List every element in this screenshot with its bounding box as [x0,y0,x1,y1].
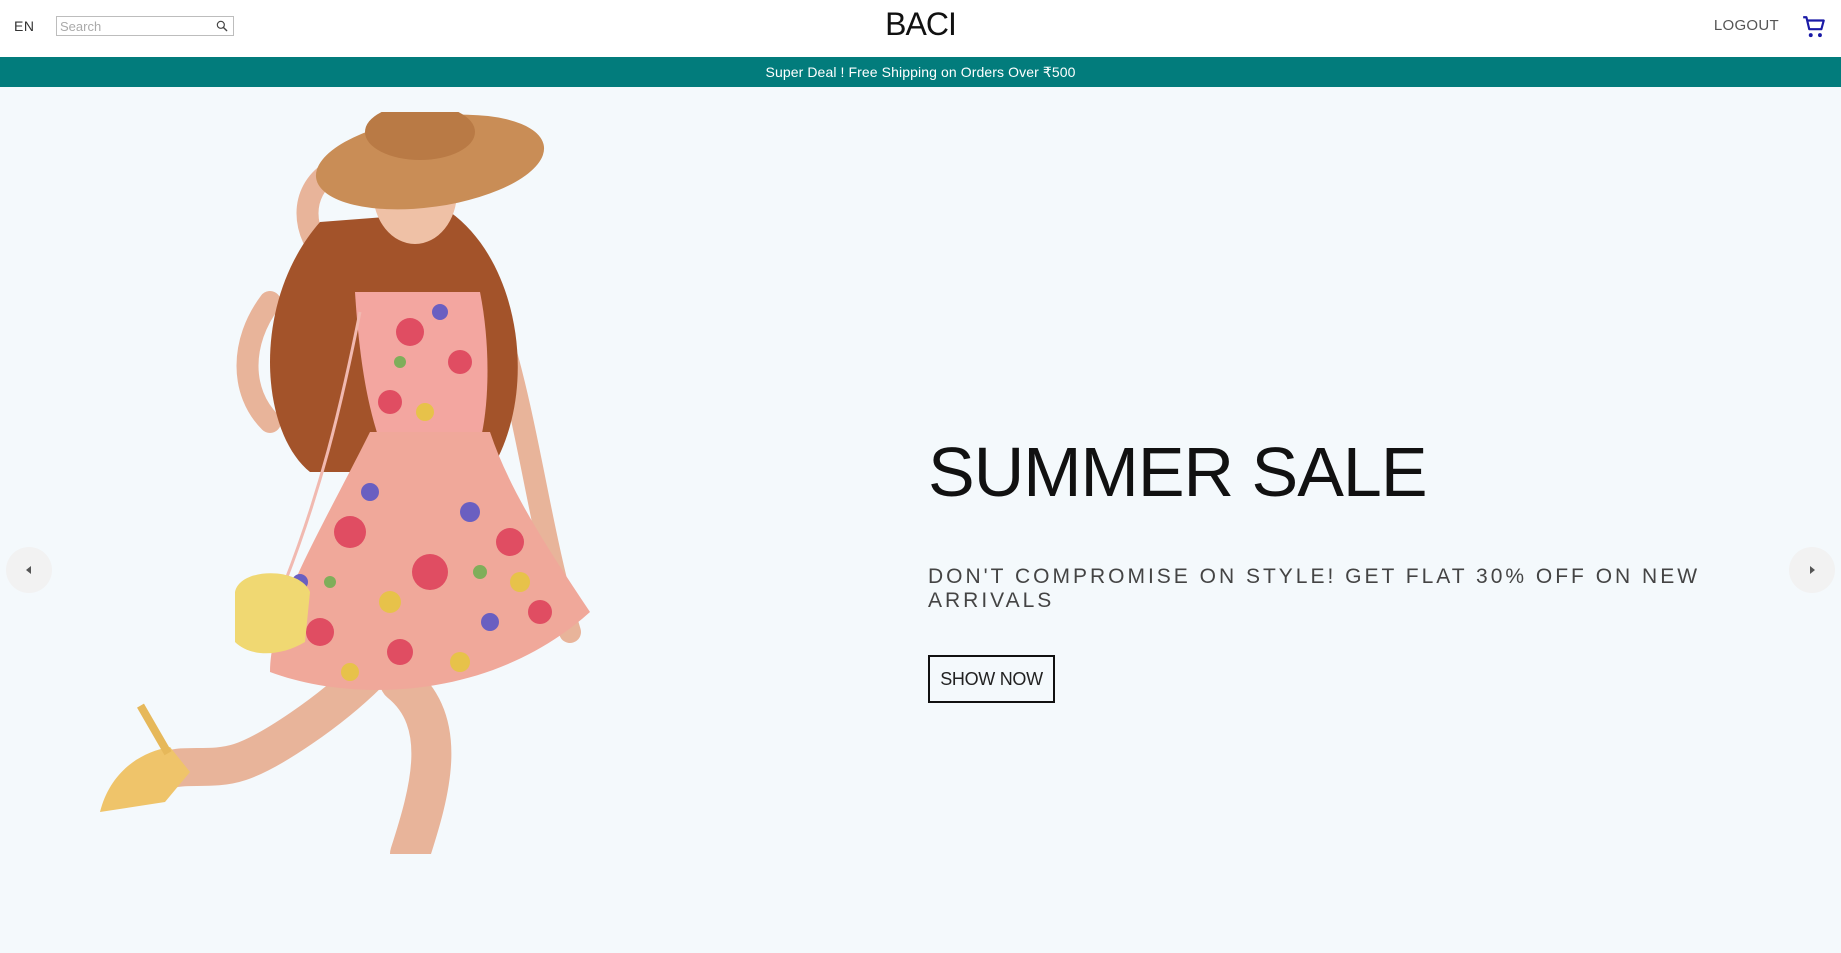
logout-link[interactable]: LOGOUT [1714,17,1779,34]
navbar: EN BACI LOGOUT [0,0,1841,57]
hero-slider: SUMMER SALE DON'T COMPROMISE ON STYLE! G… [0,87,1841,953]
search-container [56,16,234,36]
slider-next-button[interactable] [1789,547,1835,593]
slide-title: SUMMER SALE [928,433,1428,511]
announcement-text: Super Deal ! Free Shipping on Orders Ove… [765,63,1076,80]
announcement-bar: Super Deal ! Free Shipping on Orders Ove… [0,57,1841,87]
search-icon[interactable] [215,19,229,33]
model-image [100,112,590,854]
search-input[interactable] [57,17,212,35]
language-selector[interactable]: EN [14,18,34,34]
arrow-left-icon [26,566,31,574]
logo-text[interactable]: BACI [885,6,957,42]
show-now-button[interactable]: SHOW NOW [928,655,1055,703]
shopping-cart-icon[interactable] [1801,14,1827,40]
slider-prev-button[interactable] [6,547,52,593]
logo: BACI [0,6,1841,43]
arrow-right-icon [1810,566,1815,574]
slide-info: SUMMER SALE DON'T COMPROMISE ON STYLE! G… [928,437,1788,703]
slide-description: DON'T COMPROMISE ON STYLE! GET FLAT 30% … [928,565,1701,612]
